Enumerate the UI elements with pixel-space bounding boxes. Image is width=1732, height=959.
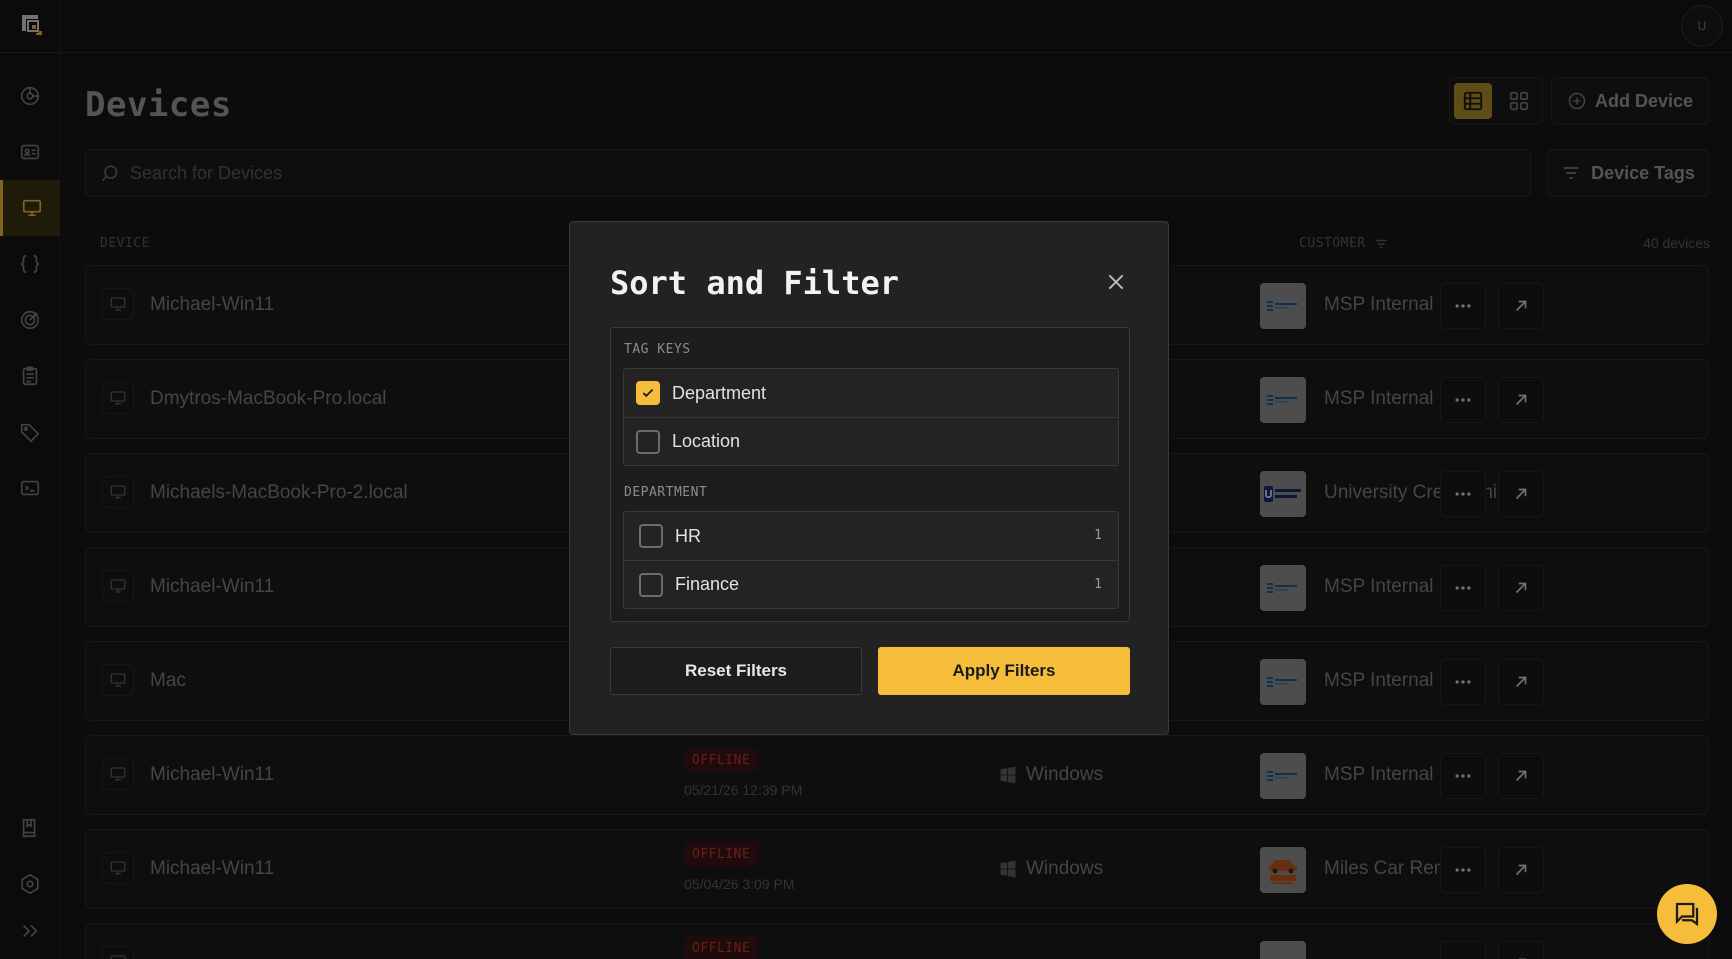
chat-icon	[1675, 902, 1699, 927]
sort-filter-modal: Sort and Filter TAG KEYS Department Loca…	[569, 221, 1169, 735]
reset-filters-button[interactable]: Reset Filters	[610, 647, 862, 695]
department-values-list: HR 1 Finance 1	[623, 511, 1119, 609]
department-value-label: Finance	[675, 574, 740, 594]
tag-key-label: Location	[672, 431, 741, 451]
checkbox-department[interactable]	[636, 381, 660, 405]
tag-key-label: Department	[672, 382, 767, 403]
department-value-label: HR	[675, 525, 701, 546]
department-option-finance[interactable]: Finance 1	[624, 560, 1118, 608]
chat-button[interactable]	[1657, 884, 1717, 944]
department-label: DEPARTMENT	[624, 485, 708, 500]
modal-title: Sort and Filter	[610, 264, 899, 302]
tag-keys-list: Department Location	[623, 368, 1119, 466]
tag-key-option-department[interactable]: Department	[624, 369, 1118, 417]
department-value-count: 1	[1094, 577, 1102, 592]
filter-panel: TAG KEYS Department Location DEPARTMENT …	[610, 327, 1130, 622]
tag-key-option-location[interactable]: Location	[624, 417, 1118, 465]
check-icon	[642, 388, 654, 398]
close-button[interactable]	[1102, 268, 1130, 296]
apply-filters-button[interactable]: Apply Filters	[878, 647, 1130, 695]
department-option-hr[interactable]: HR 1	[624, 512, 1118, 560]
tag-keys-label: TAG KEYS	[624, 342, 691, 357]
checkbox-finance[interactable]	[639, 572, 663, 597]
checkbox-hr[interactable]	[639, 524, 663, 548]
checkbox-location[interactable]	[636, 429, 660, 454]
department-value-count: 1	[1094, 528, 1102, 543]
close-icon	[1108, 274, 1124, 290]
